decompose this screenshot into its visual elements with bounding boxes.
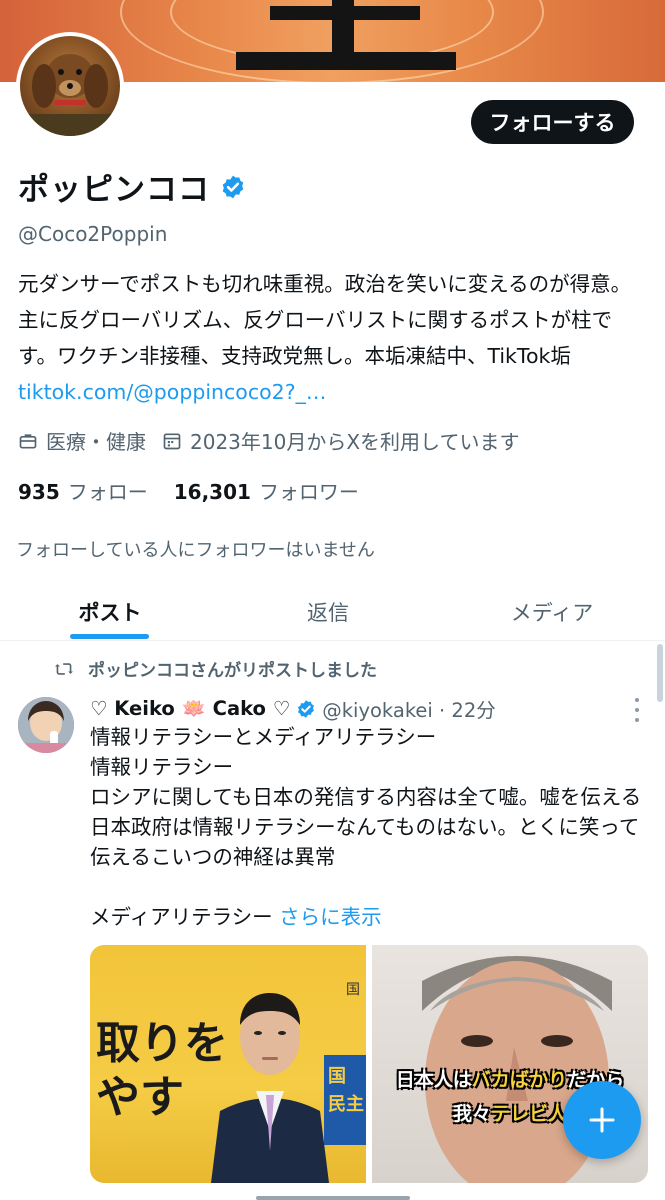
post-image-1[interactable]: 取りを やす 国 民主 国 — [90, 945, 366, 1183]
calendar-icon — [163, 433, 181, 449]
briefcase-icon — [19, 433, 37, 448]
profile-joined: 2023年10月からXを利用しています — [162, 426, 519, 455]
post-text: 情報リテラシーとメディアリテラシー 情報リテラシー ロシアに関しても日本の発信す… — [90, 725, 642, 929]
image1-corner-glyph: 国 — [346, 982, 360, 998]
scrollbar[interactable] — [657, 644, 663, 702]
repost-icon — [55, 662, 73, 675]
verified-badge-icon[interactable] — [220, 174, 246, 200]
caption-part: 日本人は — [395, 1069, 472, 1091]
tab-media[interactable]: メディア — [482, 584, 622, 640]
caption-highlight: バカばかり — [471, 1069, 568, 1091]
following-label: フォロー — [67, 480, 148, 504]
image1-person — [211, 993, 329, 1183]
more-vertical-icon[interactable] — [630, 698, 644, 722]
post-author-handle-time[interactable]: @kiyokakei · 22分 — [322, 694, 496, 723]
author-avatar-image — [18, 697, 74, 753]
post-media: 取りを やす 国 民主 国 日本人はバカばかりだから 我々テレビ人 — [90, 945, 648, 1183]
plus-icon — [589, 1107, 615, 1133]
post-author-avatar[interactable] — [18, 697, 74, 753]
followers-count: 16,301 — [173, 480, 251, 504]
caption-highlight: テレビ人 — [491, 1103, 568, 1125]
bio-text: 元ダンサーでポストも切れ味重視。政治を笑いに変えるのが得意。主に反グローバリズム… — [18, 272, 632, 368]
tab-replies[interactable]: 返信 — [258, 584, 398, 640]
joined-label: 2023年10月からXを利用しています — [190, 430, 520, 454]
show-more-link[interactable]: さらに表示 — [279, 905, 382, 929]
category-label: 医療・健康 — [46, 430, 146, 454]
profile-category: 医療・健康 — [18, 426, 146, 455]
bio-link[interactable]: tiktok.com/@poppincoco2?_… — [18, 380, 326, 404]
profile-avatar[interactable] — [16, 32, 124, 140]
post-author-name[interactable]: ♡ Keiko 🪷 Cako ♡ — [90, 697, 290, 720]
verified-badge-icon[interactable] — [296, 699, 316, 719]
repost-note: ポッピンココさんがリポストしました — [88, 661, 377, 681]
display-name: ポッピンココ — [18, 172, 210, 208]
profile-tabs: ポスト 返信 メディア — [0, 584, 665, 641]
dog-avatar-image — [20, 54, 120, 136]
profile-counts: 935 フォロー 16,301 フォロワー — [18, 476, 385, 505]
caption-part: 我々 — [452, 1103, 491, 1125]
profile-bio: 元ダンサーでポストも切れ味重視。政治を笑いに変えるのが得意。主に反グローバリズム… — [18, 266, 638, 410]
profile-name-row: ポッピンココ — [18, 164, 246, 209]
image1-side-text: 国 民主 — [328, 1066, 364, 1115]
tab-posts[interactable]: ポスト — [40, 584, 180, 640]
active-tab-indicator — [70, 634, 149, 639]
profile-handle: @Coco2Poppin — [18, 222, 168, 246]
profile-meta: 医療・健康 2023年10月からXを利用しています — [18, 426, 535, 455]
image1-text: 取りを やす — [96, 1018, 228, 1123]
mutual-followers-note: フォローしている人にフォロワーはいません — [16, 540, 375, 561]
following-count: 935 — [18, 480, 60, 504]
post-header: ♡ Keiko 🪷 Cako ♡ @kiyokakei · 22分 — [90, 694, 496, 723]
following-link[interactable]: 935 フォロー — [18, 476, 148, 505]
followers-label: フォロワー — [258, 480, 359, 504]
home-indicator[interactable] — [256, 1196, 410, 1200]
repost-indicator: ポッピンココさんがリポストしました — [54, 656, 377, 681]
post-body: 情報リテラシーとメディアリテラシー 情報リテラシー ロシアに関しても日本の発信す… — [90, 722, 650, 932]
compose-button[interactable] — [563, 1081, 641, 1159]
followers-link[interactable]: 16,301 フォロワー — [174, 476, 359, 505]
follow-button[interactable]: フォローする — [471, 100, 634, 144]
